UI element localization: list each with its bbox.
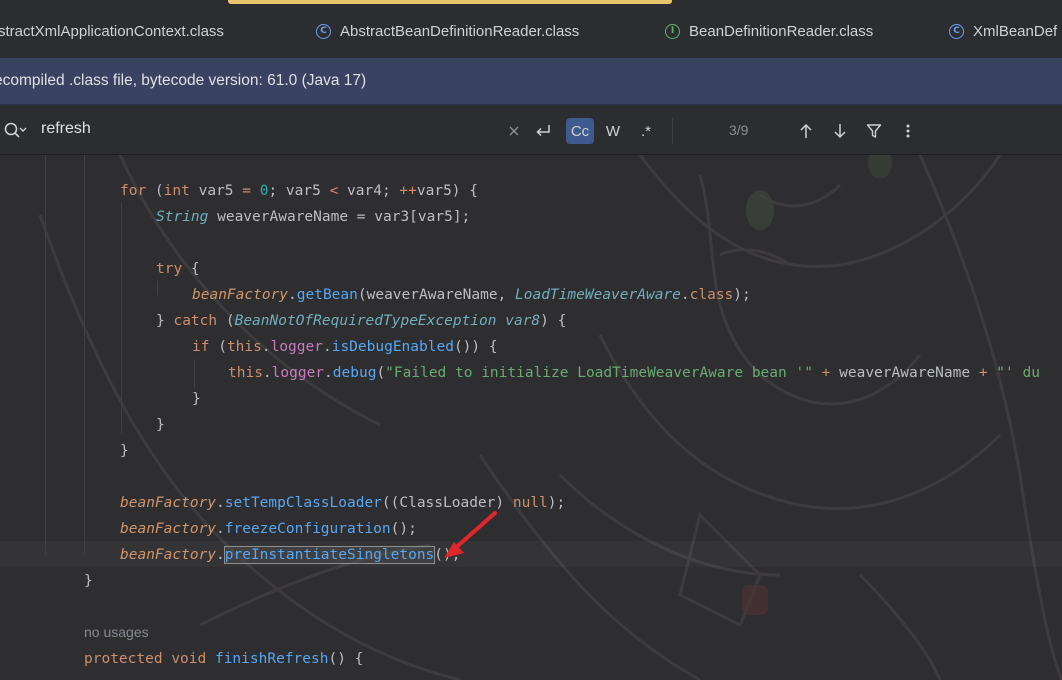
class-icon: C — [949, 23, 964, 39]
match-case-label: Cc — [570, 122, 590, 140]
code-line: try { — [156, 261, 200, 277]
find-bar: refresh Cc W .* 3/9 — [0, 106, 1062, 155]
previous-occurrence-button[interactable] — [795, 118, 817, 144]
highlighted-method-call[interactable]: preInstantiateSingletons — [223, 546, 436, 564]
code-line: } catch (BeanNotOfRequiredTypeException … — [156, 313, 567, 329]
usages-hint[interactable]: no usages — [84, 621, 149, 643]
indent-guide — [121, 203, 122, 433]
code-line: this.logger.debug("Failed to initialize … — [228, 365, 1040, 381]
code-line: protected void finishRefresh() { — [84, 651, 364, 667]
tab-label: stractXmlApplicationContext.class — [0, 22, 224, 40]
code-editor[interactable]: for (int var5 = 0; var5 < var4; ++var5) … — [0, 155, 1062, 680]
indent-guide — [157, 281, 158, 295]
more-vertical-icon — [906, 124, 910, 138]
next-occurrence-button[interactable] — [829, 118, 851, 144]
code-line: String weaverAwareName = var3[var5]; — [156, 209, 471, 225]
tab-label: AbstractBeanDefinitionReader.class — [340, 22, 580, 40]
tab-label: BeanDefinitionReader.class — [689, 22, 874, 40]
more-options-button[interactable] — [898, 118, 918, 144]
arrow-up-icon — [800, 123, 812, 138]
search-input[interactable]: refresh — [41, 120, 91, 138]
interface-icon: I — [665, 23, 680, 39]
new-line-toggle-button[interactable] — [531, 118, 555, 144]
arrow-down-icon — [834, 124, 846, 139]
indent-guide — [45, 155, 46, 555]
code-line: if (this.logger.isDebugEnabled()) { — [192, 339, 498, 355]
indent-guide — [194, 359, 195, 389]
enter-icon — [536, 125, 550, 137]
editor-tab-bar: stractXmlApplicationContext.class C Abst… — [0, 0, 1062, 59]
tab-abstract-xml-application-context[interactable]: stractXmlApplicationContext.class — [0, 20, 224, 42]
match-case-toggle[interactable]: Cc — [566, 118, 594, 144]
annotation-arrow-icon — [444, 511, 497, 558]
regex-label: .* — [640, 122, 651, 140]
words-toggle[interactable]: W — [601, 118, 625, 144]
filter-search-results-button[interactable] — [863, 118, 885, 144]
tab-abstract-bean-definition-reader[interactable]: C AbstractBeanDefinitionReader.class — [316, 20, 579, 42]
match-count: 3/9 — [729, 122, 749, 138]
regex-toggle[interactable]: .* — [634, 118, 658, 144]
code-line: } — [156, 417, 165, 433]
code-line: for (int var5 = 0; var5 < var4; ++var5) … — [120, 183, 478, 199]
code-line: beanFactory.preInstantiateSingletons(); — [120, 546, 460, 564]
search-divider — [672, 118, 673, 144]
decompiled-notice-banner: ecompiled .class file, bytecode version:… — [0, 58, 1062, 105]
code-line: } — [84, 573, 93, 589]
tab-bean-definition-reader[interactable]: I BeanDefinitionReader.class — [665, 20, 873, 42]
code-line: } — [192, 391, 201, 407]
tab-xml-bean-definition-reader[interactable]: C XmlBeanDef — [949, 20, 1057, 42]
code-line: } — [120, 443, 129, 459]
close-icon — [509, 126, 519, 136]
tab-label: XmlBeanDef — [973, 22, 1058, 40]
code-line: beanFactory.freezeConfiguration(); — [120, 521, 417, 537]
clear-search-button[interactable] — [505, 118, 523, 144]
indent-guide — [84, 155, 85, 555]
code-line: beanFactory.getBean(weaverAwareName, Loa… — [192, 287, 751, 303]
decompiled-notice-text: ecompiled .class file, bytecode version:… — [0, 72, 367, 89]
search-history-icon[interactable] — [3, 119, 27, 141]
words-label: W — [605, 122, 621, 140]
active-tab-indicator — [228, 0, 672, 4]
class-icon: C — [316, 23, 331, 39]
filter-icon — [866, 124, 882, 138]
